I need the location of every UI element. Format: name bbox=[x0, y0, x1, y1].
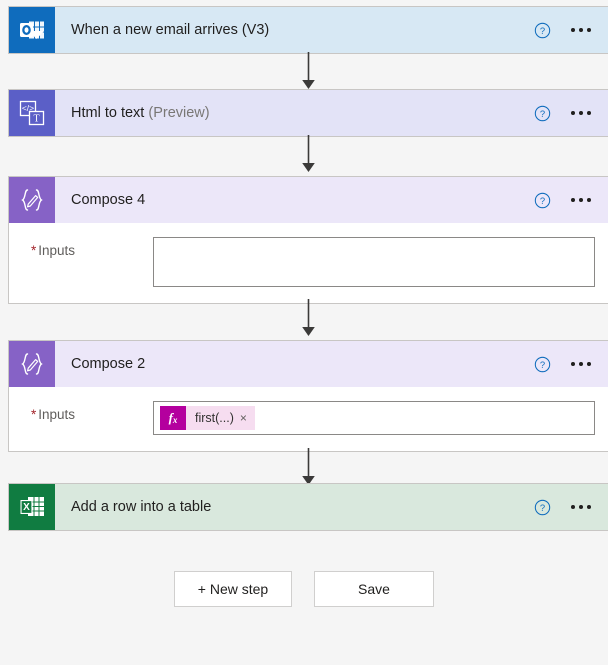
step-title: Compose 2 bbox=[71, 356, 146, 372]
card-header[interactable]: When a new email arrives (V3) ? bbox=[9, 7, 608, 53]
more-menu-icon[interactable] bbox=[569, 358, 593, 370]
card-body: * Inputs fx first(...) × bbox=[9, 387, 608, 451]
card-actions: ? bbox=[534, 484, 608, 530]
inputs-field-control: fx first(...) × bbox=[153, 401, 595, 435]
card-title-wrap: Html to text (Preview) bbox=[55, 90, 534, 136]
inputs-field-label: * Inputs bbox=[31, 407, 76, 422]
inputs-input[interactable] bbox=[153, 237, 595, 287]
connector-arrow bbox=[300, 52, 317, 90]
card-body: * Inputs bbox=[9, 223, 608, 303]
step-title: Compose 4 bbox=[71, 192, 146, 208]
card-header[interactable]: </> T Html to text (Preview) ? bbox=[9, 90, 608, 136]
inputs-input[interactable]: fx first(...) × bbox=[153, 401, 595, 435]
card-header[interactable]: Compose 4 ? bbox=[9, 177, 608, 223]
help-icon[interactable]: ? bbox=[534, 499, 551, 516]
connector-arrow bbox=[300, 135, 317, 173]
svg-text:T: T bbox=[33, 113, 39, 124]
card-header[interactable]: X Add a row into a table ? bbox=[9, 484, 608, 530]
step-title: Add a row into a table bbox=[71, 499, 212, 515]
card-actions: ? bbox=[534, 177, 608, 223]
remove-token-icon[interactable]: × bbox=[240, 412, 255, 424]
flow-step-card-compose-2[interactable]: Compose 2 ? * Inputs fx first(...) × bbox=[8, 340, 608, 452]
new-step-button[interactable]: + New step bbox=[174, 571, 292, 607]
step-title: Html to text (Preview) bbox=[71, 105, 210, 121]
help-icon[interactable]: ? bbox=[534, 192, 551, 209]
outlook-icon bbox=[9, 7, 55, 53]
flow-step-card-compose-4[interactable]: Compose 4 ? * Inputs bbox=[8, 176, 608, 304]
save-button[interactable]: Save bbox=[314, 571, 434, 607]
html-to-text-icon: </> T bbox=[9, 90, 55, 136]
card-actions: ? bbox=[534, 7, 608, 53]
more-menu-icon[interactable] bbox=[569, 501, 593, 513]
function-badge-icon: fx bbox=[160, 406, 186, 430]
more-menu-icon[interactable] bbox=[569, 107, 593, 119]
expression-token[interactable]: fx first(...) × bbox=[160, 406, 255, 430]
svg-text:?: ? bbox=[540, 359, 545, 370]
inputs-field-control bbox=[153, 237, 595, 287]
footer-actions: + New step Save bbox=[0, 571, 608, 607]
compose-icon bbox=[9, 177, 55, 223]
card-title-wrap: Compose 2 bbox=[55, 341, 534, 387]
flow-designer-canvas: When a new email arrives (V3) ? </> T Ht… bbox=[0, 0, 608, 665]
required-marker: * bbox=[31, 243, 37, 258]
card-header[interactable]: Compose 2 ? bbox=[9, 341, 608, 387]
required-marker: * bbox=[31, 407, 37, 422]
more-menu-icon[interactable] bbox=[569, 194, 593, 206]
flow-step-card-html-to-text[interactable]: </> T Html to text (Preview) ? bbox=[8, 89, 608, 137]
svg-text:?: ? bbox=[540, 195, 545, 206]
more-menu-icon[interactable] bbox=[569, 24, 593, 36]
help-icon[interactable]: ? bbox=[534, 105, 551, 122]
connector-arrow bbox=[300, 448, 317, 486]
flow-step-card-trigger-email[interactable]: When a new email arrives (V3) ? bbox=[8, 6, 608, 54]
svg-text:?: ? bbox=[540, 108, 545, 119]
card-title-wrap: When a new email arrives (V3) bbox=[55, 7, 534, 53]
card-actions: ? bbox=[534, 90, 608, 136]
step-title: When a new email arrives (V3) bbox=[71, 22, 270, 38]
help-icon[interactable]: ? bbox=[534, 356, 551, 373]
card-title-wrap: Compose 4 bbox=[55, 177, 534, 223]
svg-text:?: ? bbox=[540, 502, 545, 513]
flow-step-card-add-row-into-table[interactable]: X Add a row into a table ? bbox=[8, 483, 608, 531]
connector-arrow bbox=[300, 299, 317, 337]
card-title-wrap: Add a row into a table bbox=[55, 484, 534, 530]
svg-text:X: X bbox=[23, 502, 30, 513]
compose-icon bbox=[9, 341, 55, 387]
card-actions: ? bbox=[534, 341, 608, 387]
excel-icon: X bbox=[9, 484, 55, 530]
svg-text:?: ? bbox=[540, 25, 545, 36]
help-icon[interactable]: ? bbox=[534, 22, 551, 39]
inputs-field-label: * Inputs bbox=[31, 243, 76, 258]
expression-token-text: first(...) bbox=[195, 411, 234, 425]
